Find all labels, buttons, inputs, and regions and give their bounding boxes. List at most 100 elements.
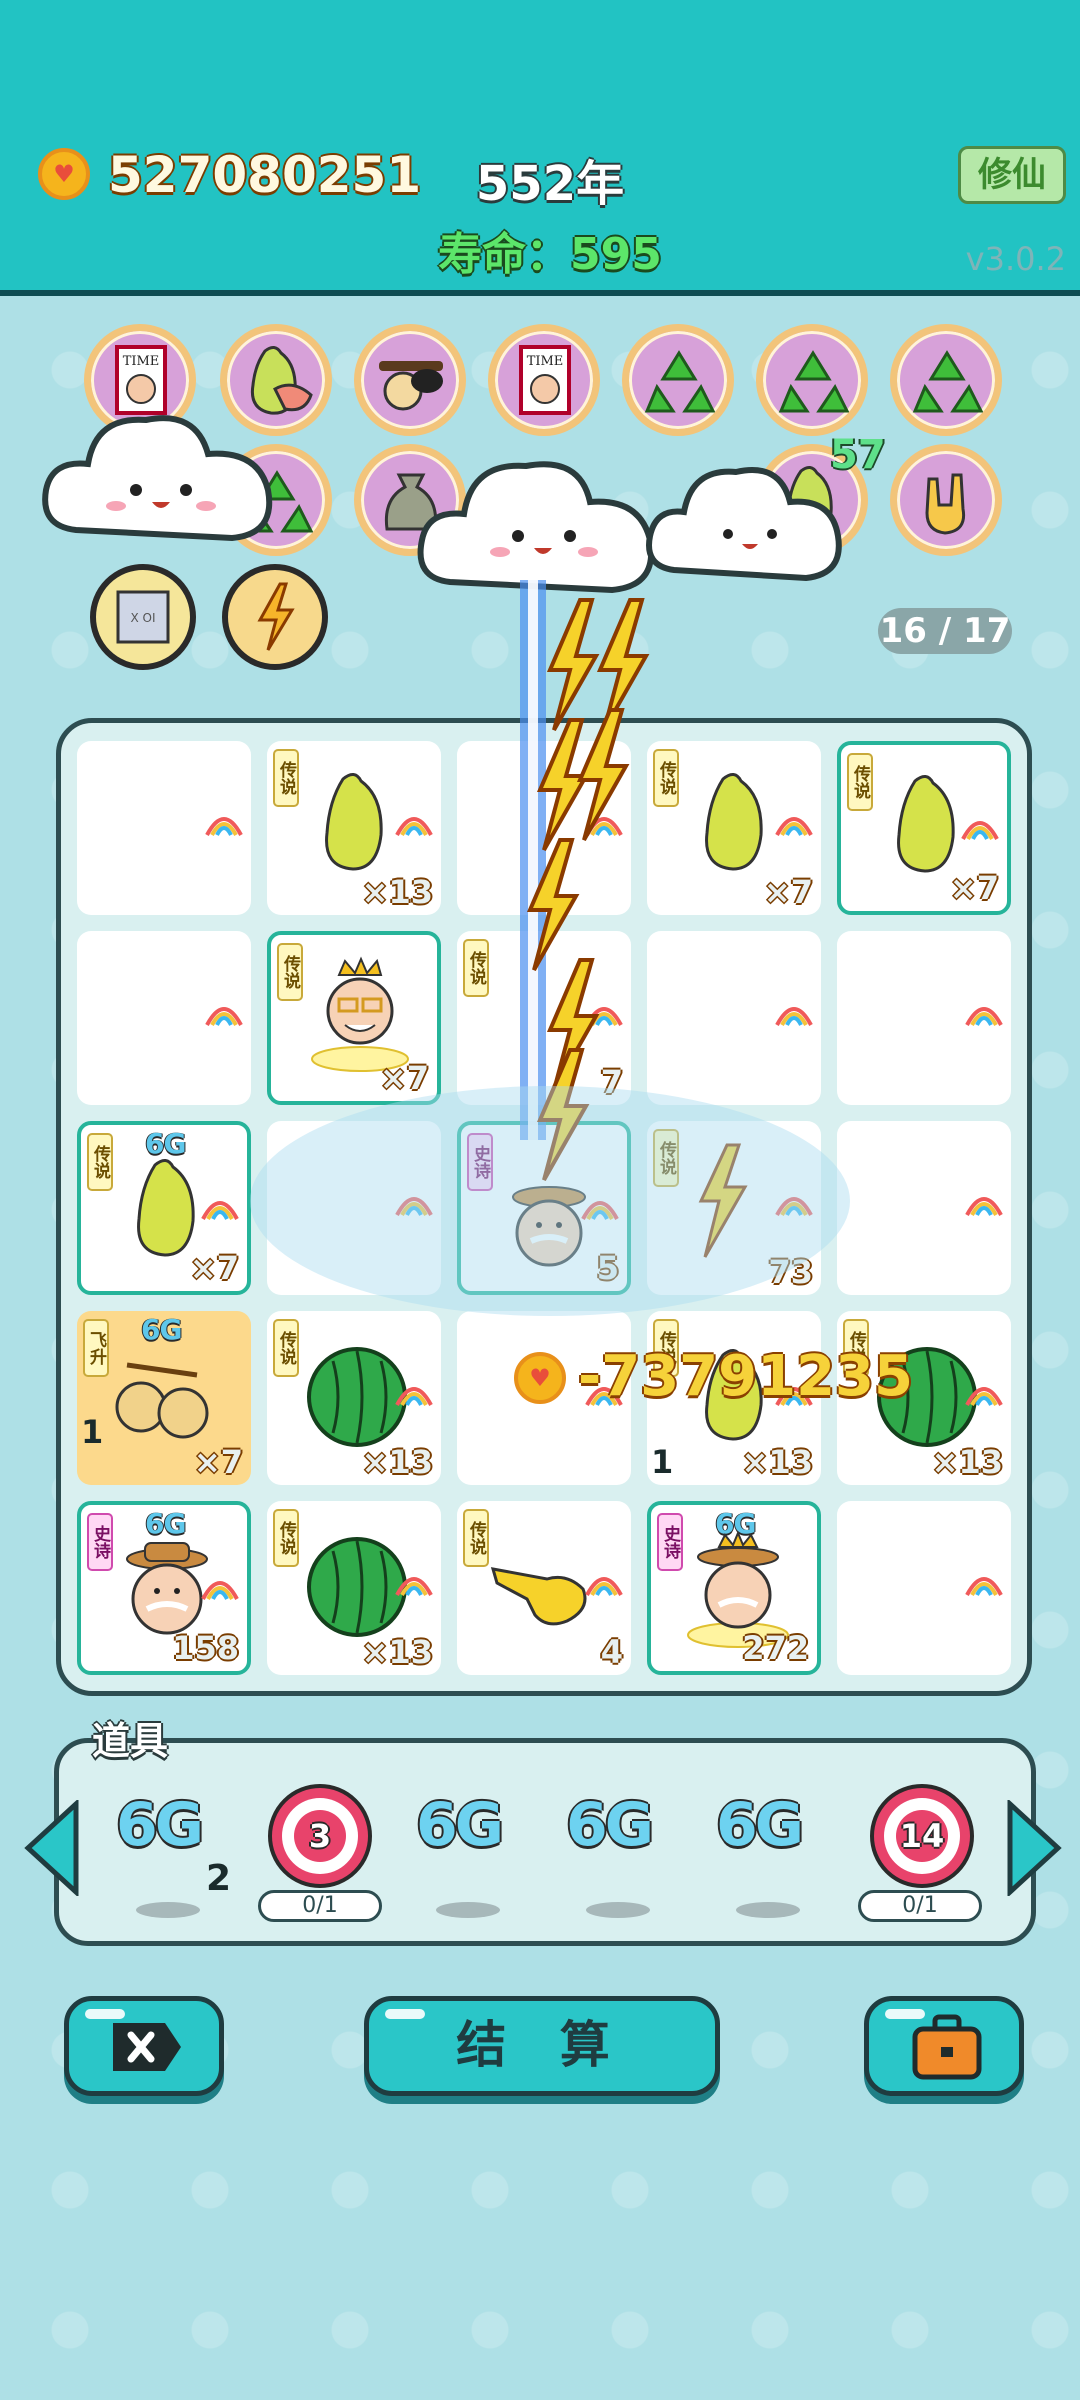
item-count: ×13 xyxy=(361,1443,433,1481)
prop-item-6g[interactable]: 6G xyxy=(116,1790,204,1860)
prop-item-6g[interactable]: 6G xyxy=(716,1790,804,1860)
lifespan-display: 寿命：595 xyxy=(438,229,662,280)
board-cell-watermelon[interactable]: 传说 ×13 xyxy=(267,1311,441,1485)
prop-item-quantity: 2 xyxy=(206,1858,232,1899)
item-count: ×13 xyxy=(361,1633,433,1671)
rainbow-icon xyxy=(205,817,243,837)
cultivate-button[interactable]: 修仙 xyxy=(958,146,1066,204)
time-magazine-icon: TIME xyxy=(519,345,571,415)
golden-fruit-icon xyxy=(115,1362,209,1439)
top-hud: 527080251 552年 寿命：595 修仙 v3.0.2 xyxy=(0,0,1080,296)
board-cell-pomelo[interactable]: 传说 ×13 xyxy=(267,741,441,915)
prop-item-6g[interactable]: 6G xyxy=(566,1790,654,1860)
board-cell-empty[interactable] xyxy=(77,741,251,915)
prop-shadow xyxy=(436,1902,500,1918)
rarity-tag: 传说 xyxy=(463,1509,489,1567)
relic-sunglasses[interactable] xyxy=(354,324,466,436)
slot-counter: 16 / 17 xyxy=(878,608,1012,654)
rainbow-icon xyxy=(205,1007,243,1027)
board-cell-king-farmer[interactable]: 史诗 6G 272 xyxy=(647,1501,821,1675)
prop-item-target[interactable]: 14 xyxy=(870,1784,974,1888)
rainbow-icon xyxy=(965,1387,1003,1407)
rarity-tag: 史诗 xyxy=(657,1513,683,1571)
king-grandpa-icon xyxy=(311,956,409,1072)
rainbow-icon xyxy=(775,817,813,837)
svg-text:TIME: TIME xyxy=(527,354,564,369)
close-button[interactable] xyxy=(64,1996,224,2096)
sunglasses-icon xyxy=(379,361,443,411)
rainbow-icon xyxy=(965,1577,1003,1597)
prop-progress: 0/1 xyxy=(258,1890,382,1922)
rarity-tag: 飞升 xyxy=(83,1319,109,1377)
lightning-icon xyxy=(257,582,295,651)
prop-item-6g[interactable]: 6G xyxy=(416,1790,504,1860)
rarity-tag: 传说 xyxy=(277,943,303,1001)
relic-rock-hand[interactable] xyxy=(890,444,1002,556)
props-title: 道具 xyxy=(92,1719,169,1763)
arrow-left-icon[interactable] xyxy=(22,1800,82,1896)
settle-button[interactable]: 结 算 xyxy=(364,1996,720,2096)
target-level: 3 xyxy=(308,1817,332,1855)
bag-button[interactable] xyxy=(864,1996,1024,2096)
item-count: ×7 xyxy=(949,869,999,907)
item-count: 272 xyxy=(742,1629,809,1667)
6g-badge: 6G xyxy=(141,1313,182,1346)
relic-recycle-2[interactable] xyxy=(756,324,868,436)
board-cell-empty[interactable] xyxy=(837,931,1011,1105)
prop-progress: 0/1 xyxy=(858,1890,982,1922)
recycle-icon xyxy=(912,350,984,413)
relic-lightning[interactable] xyxy=(222,564,328,670)
rainbow-icon xyxy=(201,1581,239,1601)
item-level: 1 xyxy=(81,1413,104,1451)
settle-label: 结 算 xyxy=(456,2016,628,2074)
rarity-tag: 传说 xyxy=(273,749,299,807)
item-count: 158 xyxy=(172,1629,239,1667)
board-cell-watermelon[interactable]: 传说 ×13 xyxy=(267,1501,441,1675)
target-level: 14 xyxy=(899,1817,945,1855)
prop-shadow xyxy=(136,1902,200,1918)
item-count: ×13 xyxy=(931,1443,1003,1481)
prop-item-target[interactable]: 3 xyxy=(268,1784,372,1888)
board-cell-king-grandpa[interactable]: 传说 ×7 xyxy=(267,931,441,1105)
close-icon xyxy=(113,2023,181,2071)
prop-shadow xyxy=(586,1902,650,1918)
prop-shadow xyxy=(736,1902,800,1918)
board-cell-pomelo[interactable]: 传说 6G ×7 xyxy=(77,1121,251,1295)
board-cell-empty[interactable] xyxy=(837,1501,1011,1675)
board-cell-pomelo[interactable]: 传说 ×7 xyxy=(837,741,1011,915)
board-cell-empty[interactable] xyxy=(77,931,251,1105)
coin-icon xyxy=(38,148,90,200)
coin-count: 527080251 xyxy=(108,146,422,204)
rainbow-icon xyxy=(965,1197,1003,1217)
relic-microchip[interactable]: X OI xyxy=(90,564,196,670)
rainbow-icon xyxy=(395,817,433,837)
board-cell-pointing-hand[interactable]: 传说 4 xyxy=(457,1501,631,1675)
rainbow-icon xyxy=(395,1387,433,1407)
rainbow-icon xyxy=(775,1007,813,1027)
relic-time-magazine-2[interactable]: TIME xyxy=(488,324,600,436)
item-count: 4 xyxy=(600,1633,623,1671)
relic-recycle-3[interactable] xyxy=(890,324,1002,436)
rainbow-icon xyxy=(965,1007,1003,1027)
rainbow-icon xyxy=(395,1577,433,1597)
recycle-icon xyxy=(644,350,716,413)
version-label: v3.0.2 xyxy=(965,240,1066,278)
rarity-tag: 传说 xyxy=(273,1319,299,1377)
arrow-right-icon[interactable] xyxy=(1004,1800,1064,1896)
rock-hand-icon xyxy=(925,473,966,535)
svg-text:TIME: TIME xyxy=(123,354,160,369)
rainbow-icon xyxy=(201,1201,239,1221)
year-display: 552年 xyxy=(475,156,625,212)
rainbow-icon xyxy=(585,1577,623,1597)
relic-recycle-1[interactable] xyxy=(622,324,734,436)
impact-glow xyxy=(250,1086,850,1316)
svg-text:X OI: X OI xyxy=(130,611,155,625)
board-cell-golden-fruit[interactable]: 飞升 6G 1 ×7 xyxy=(77,1311,251,1485)
item-count: ×7 xyxy=(379,1059,429,1097)
rarity-tag: 传说 xyxy=(847,753,873,811)
pointing-hand-icon xyxy=(490,1567,587,1626)
board-cell-empty[interactable] xyxy=(837,1121,1011,1295)
board-cell-farmer[interactable]: 史诗 6G 158 xyxy=(77,1501,251,1675)
item-count: ×7 xyxy=(189,1249,239,1287)
cloud-icon xyxy=(42,415,273,542)
